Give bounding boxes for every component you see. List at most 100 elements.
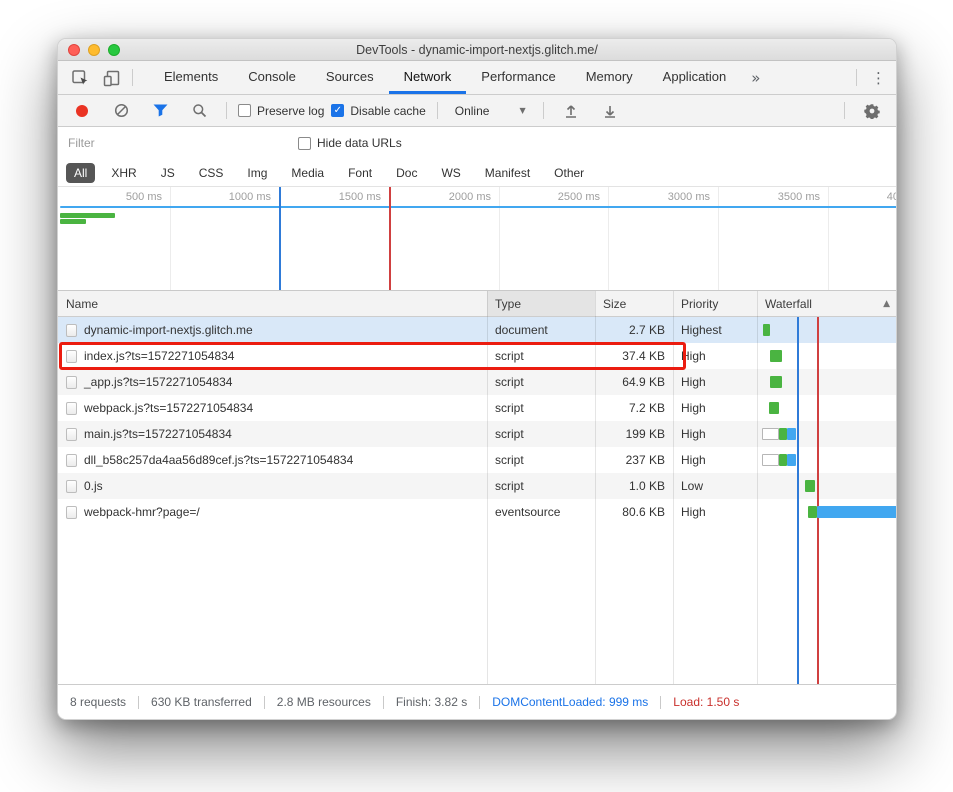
file-icon bbox=[66, 402, 77, 415]
devtools-menu-button[interactable]: ⋮ bbox=[861, 61, 896, 94]
request-row-8[interactable]: webpack-hmr?page=/eventsource80.6 KBHigh bbox=[58, 499, 896, 525]
request-name: webpack.js?ts=1572271054834 bbox=[84, 401, 253, 415]
request-name: dll_b58c257da4aa56d89cef.js?ts=157227105… bbox=[84, 453, 353, 467]
close-window-button[interactable] bbox=[68, 44, 80, 56]
timeline-tick-label: 1000 ms bbox=[229, 191, 271, 203]
dcl-event-line bbox=[797, 317, 799, 684]
clear-icon bbox=[114, 103, 129, 118]
network-overview-timeline[interactable]: 500 ms1000 ms1500 ms2000 ms2500 ms3000 m… bbox=[58, 187, 896, 291]
filter-input[interactable] bbox=[68, 136, 268, 150]
device-toolbar-button[interactable] bbox=[96, 61, 128, 94]
status-separator bbox=[264, 696, 265, 709]
cell-priority: High bbox=[673, 421, 757, 447]
hide-data-urls-checkbox[interactable]: Hide data URLs bbox=[298, 136, 402, 150]
throttling-value: Online bbox=[455, 104, 490, 118]
cell-priority: Low bbox=[673, 473, 757, 499]
spacer bbox=[770, 61, 852, 94]
request-row-1[interactable]: dynamic-import-nextjs.glitch.medocument2… bbox=[58, 317, 896, 343]
network-settings-button[interactable] bbox=[856, 103, 888, 119]
column-header-waterfall[interactable]: Waterfall▲ bbox=[757, 291, 897, 316]
waterfall-queueing-bar bbox=[762, 454, 779, 466]
tab-elements[interactable]: Elements bbox=[149, 61, 233, 94]
filter-pill-js[interactable]: JS bbox=[153, 163, 183, 183]
tab-memory[interactable]: Memory bbox=[571, 61, 648, 94]
import-har-button[interactable] bbox=[555, 103, 587, 119]
waterfall-download-bar bbox=[817, 506, 896, 518]
timeline-tick-label: 2000 ms bbox=[449, 191, 491, 203]
waterfall-download-bar bbox=[787, 428, 796, 440]
filter-toggle-button[interactable] bbox=[144, 104, 176, 117]
load-event-line bbox=[817, 317, 819, 684]
window-titlebar[interactable]: DevTools - dynamic-import-nextjs.glitch.… bbox=[58, 39, 896, 61]
overview-activity-bar bbox=[60, 219, 86, 224]
request-row-3[interactable]: _app.js?ts=1572271054834script64.9 KBHig… bbox=[58, 369, 896, 395]
preserve-log-checkbox[interactable]: Preserve log bbox=[238, 104, 324, 118]
filter-pill-img[interactable]: Img bbox=[239, 163, 275, 183]
cell-type: script bbox=[487, 343, 595, 369]
tab-performance[interactable]: Performance bbox=[466, 61, 570, 94]
network-toolbar: Preserve log Disable cache Online ▼ bbox=[58, 95, 896, 127]
export-har-button[interactable] bbox=[594, 103, 626, 119]
cell-name: index.js?ts=1572271054834 bbox=[58, 343, 487, 369]
cell-name: dynamic-import-nextjs.glitch.me bbox=[58, 317, 487, 343]
filter-pill-ws[interactable]: WS bbox=[433, 163, 468, 183]
cell-size: 2.7 KB bbox=[595, 317, 673, 343]
throttling-dropdown[interactable]: Online ▼ bbox=[449, 104, 532, 118]
filter-pill-all[interactable]: All bbox=[66, 163, 95, 183]
cell-name: main.js?ts=1572271054834 bbox=[58, 421, 487, 447]
column-header-size[interactable]: Size bbox=[595, 291, 673, 316]
tab-application[interactable]: Application bbox=[648, 61, 742, 94]
disable-cache-checkbox[interactable]: Disable cache bbox=[331, 104, 425, 118]
cell-name: webpack-hmr?page=/ bbox=[58, 499, 487, 525]
search-button[interactable] bbox=[183, 103, 215, 118]
clear-network-log-button[interactable] bbox=[105, 103, 137, 118]
cell-priority: High bbox=[673, 369, 757, 395]
request-row-5[interactable]: main.js?ts=1572271054834script199 KBHigh bbox=[58, 421, 896, 447]
devtools-tab-bar: ElementsConsoleSourcesNetworkPerformance… bbox=[58, 61, 896, 95]
column-header-priority[interactable]: Priority bbox=[673, 291, 757, 316]
minimize-window-button[interactable] bbox=[88, 44, 100, 56]
search-icon bbox=[192, 103, 207, 118]
cell-priority: High bbox=[673, 447, 757, 473]
cell-name: _app.js?ts=1572271054834 bbox=[58, 369, 487, 395]
request-name: 0.js bbox=[84, 479, 103, 493]
request-row-7[interactable]: 0.jsscript1.0 KBLow bbox=[58, 473, 896, 499]
filter-pill-other[interactable]: Other bbox=[546, 163, 592, 183]
cell-waterfall bbox=[757, 369, 896, 395]
table-header-row: Name TypeSizePriorityWaterfall▲ bbox=[58, 291, 896, 317]
request-row-4[interactable]: webpack.js?ts=1572271054834script7.2 KBH… bbox=[58, 395, 896, 421]
cell-type: script bbox=[487, 421, 595, 447]
request-name: index.js?ts=1572271054834 bbox=[84, 349, 234, 363]
record-network-log-button[interactable] bbox=[66, 105, 98, 117]
inspect-element-button[interactable] bbox=[64, 61, 96, 94]
column-header-name[interactable]: Name bbox=[58, 291, 487, 316]
filter-pill-css[interactable]: CSS bbox=[191, 163, 232, 183]
filter-pill-xhr[interactable]: XHR bbox=[103, 163, 144, 183]
filter-pill-media[interactable]: Media bbox=[283, 163, 332, 183]
tab-network[interactable]: Network bbox=[389, 61, 467, 94]
column-header-type[interactable]: Type bbox=[487, 291, 595, 316]
column-separator bbox=[757, 291, 758, 684]
tab-console[interactable]: Console bbox=[233, 61, 311, 94]
waterfall-waiting-bar bbox=[770, 376, 782, 388]
waterfall-waiting-bar bbox=[805, 480, 815, 492]
cell-priority: Highest bbox=[673, 317, 757, 343]
more-panels-button[interactable]: » bbox=[741, 61, 770, 94]
column-label: Name bbox=[66, 297, 98, 311]
timeline-gridline bbox=[718, 187, 719, 290]
request-row-6[interactable]: dll_b58c257da4aa56d89cef.js?ts=157227105… bbox=[58, 447, 896, 473]
request-name: main.js?ts=1572271054834 bbox=[84, 427, 232, 441]
fullscreen-window-button[interactable] bbox=[108, 44, 120, 56]
filter-pill-doc[interactable]: Doc bbox=[388, 163, 425, 183]
table-body: dynamic-import-nextjs.glitch.medocument2… bbox=[58, 317, 896, 684]
filter-pill-font[interactable]: Font bbox=[340, 163, 380, 183]
cell-waterfall bbox=[757, 473, 896, 499]
desktop-background: DevTools - dynamic-import-nextjs.glitch.… bbox=[0, 0, 953, 792]
filter-pill-manifest[interactable]: Manifest bbox=[477, 163, 538, 183]
cell-type: eventsource bbox=[487, 499, 595, 525]
request-row-2[interactable]: index.js?ts=1572271054834script37.4 KBHi… bbox=[58, 343, 896, 369]
cell-priority: High bbox=[673, 395, 757, 421]
status-finish-time: Finish: 3.82 s bbox=[396, 695, 467, 709]
download-arrow-icon bbox=[602, 103, 618, 119]
tab-sources[interactable]: Sources bbox=[311, 61, 389, 94]
